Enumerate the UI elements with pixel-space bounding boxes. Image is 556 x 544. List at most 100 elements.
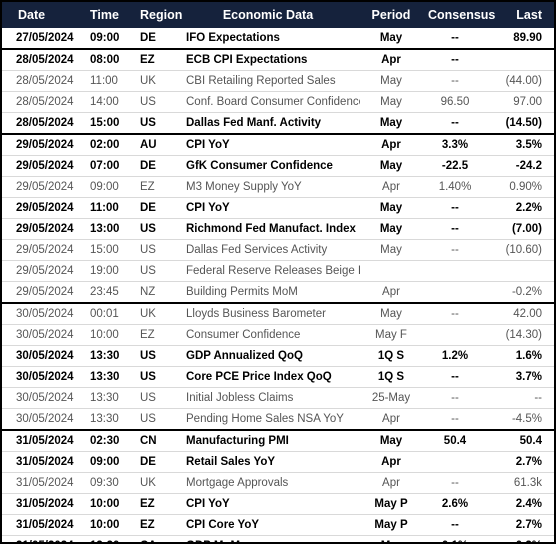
cell-last: 3.5% [488, 133, 554, 156]
cell-region: CA [136, 535, 176, 542]
cell-region: EZ [136, 514, 176, 536]
cell-last: -24.2 [488, 155, 554, 177]
table-row[interactable]: 27/05/2024 09:00 DE IFO Expectations May -- 89… [2, 28, 554, 49]
cell-period: Apr [360, 176, 422, 198]
cell-time: 19:00 [88, 260, 136, 282]
cell-time: 15:00 [88, 112, 136, 134]
table-row[interactable]: 30/05/2024 00:01 UK Lloyds Business Baromet… [2, 302, 554, 325]
cell-event: IFO Expectations [186, 31, 280, 44]
cell-last: 0.90% [488, 176, 554, 198]
table-row[interactable]: 31/05/2024 09:30 UK Mortgage Approvals Apr --… [2, 472, 554, 494]
cell-date: 27/05/2024 [16, 31, 74, 44]
cell-last: (10.60) [488, 239, 554, 261]
table-row[interactable]: 31/05/2024 02:30 CN Manufacturing PMI May 50.… [2, 429, 554, 452]
cell-last: 2.7% [488, 451, 554, 473]
cell-consensus: 2.6% [422, 493, 488, 515]
cell-period: May [360, 112, 422, 134]
cell-last: 42.00 [488, 302, 554, 325]
cell-region: US [136, 112, 176, 134]
cell-region: DE [136, 155, 176, 177]
cell-region: DE [136, 197, 176, 219]
cell-time: 09:00 [88, 451, 136, 473]
table-row[interactable]: 29/05/2024 23:45 NZ Building Permits MoM Apr… [2, 281, 554, 303]
table-row[interactable]: 31/05/2024 10:00 EZ CPI YoY May P 2.6% 2.4% [2, 493, 554, 515]
table-row[interactable]: 30/05/2024 13:30 US GDP Annualized QoQ 1Q S1… [2, 345, 554, 367]
column-header-region[interactable]: Region [136, 2, 182, 28]
cell-consensus: 50.4 [422, 429, 488, 452]
cell-last: (44.00) [488, 70, 554, 92]
cell-period: May [379, 31, 403, 44]
table-row[interactable]: 28/05/2024 08:00 EZ ECB CPI Expectations Apr… [2, 48, 554, 71]
cell-date: 29/05/2024 [2, 197, 88, 219]
cell-consensus: 0.1% [422, 535, 488, 542]
cell-time: 13:30 [88, 408, 136, 430]
cell-region: EZ [136, 48, 176, 71]
cell-date: 29/05/2024 [2, 155, 88, 177]
cell-time: 10:00 [88, 324, 136, 346]
cell-region: EZ [136, 493, 176, 515]
table-row[interactable]: 29/05/2024 09:00 EZ M3 Money Supply YoY Apr 1… [2, 176, 554, 198]
economic-calendar: Date Time Region Economic Data Period Co… [0, 0, 556, 544]
cell-last: 89.90 [513, 31, 542, 44]
table-row[interactable]: 28/05/2024 11:00 UK CBI Retailing Reported … [2, 70, 554, 92]
cell-period: May F [360, 324, 422, 346]
column-header-time[interactable]: Time [88, 2, 136, 28]
cell-date: 29/05/2024 [2, 218, 88, 240]
cell-consensus: -- [422, 472, 488, 494]
cell-time: 23:45 [88, 281, 136, 303]
cell-event: ECB CPI Expectations [176, 48, 360, 71]
cell-time: 13:30 [88, 345, 136, 367]
cell-time: 11:00 [88, 197, 136, 219]
table-row[interactable]: 29/05/2024 02:00 AU CPI YoY Apr 3.3% 3.5% [2, 133, 554, 156]
table-row[interactable]: 30/05/2024 13:30 US Initial Jobless Claims 2… [2, 387, 554, 409]
table-row[interactable]: 28/05/2024 15:00 US Dallas Fed Manf. Activi… [2, 112, 554, 134]
cell-period: Apr [360, 48, 422, 71]
column-header-economic-data[interactable]: Economic Data [176, 2, 360, 28]
table-row[interactable]: 29/05/2024 13:00 US Richmond Fed Manufact. … [2, 218, 554, 240]
cell-time: 02:00 [88, 133, 136, 156]
cell-last: 97.00 [488, 91, 554, 113]
cell-consensus [422, 260, 488, 282]
cell-period: May [360, 91, 422, 113]
table-row[interactable]: 29/05/2024 19:00 US Federal Reserve Release… [2, 260, 554, 282]
table-row[interactable]: 28/05/2024 14:00 US Conf. Board Consumer Co… [2, 91, 554, 113]
column-header-date[interactable]: Date [2, 2, 88, 28]
cell-date: 28/05/2024 [2, 91, 88, 113]
table-row[interactable]: 29/05/2024 07:00 DE GfK Consumer Confidence… [2, 155, 554, 177]
cell-consensus: -- [422, 387, 488, 409]
table-row[interactable]: 31/05/202413:30CAGDP MoMMar0.1%0.2% [2, 535, 554, 542]
cell-consensus: 1.40% [422, 176, 488, 198]
cell-consensus: -- [422, 514, 488, 536]
cell-consensus: -- [422, 408, 488, 430]
cell-last: 0.2% [488, 535, 554, 542]
cell-consensus: -- [422, 112, 488, 134]
cell-period: May [360, 239, 422, 261]
cell-period: Apr [360, 133, 422, 156]
table-row[interactable]: 30/05/2024 13:30 US Core PCE Price Index Qo… [2, 366, 554, 388]
cell-region: NZ [136, 281, 176, 303]
cell-date: 29/05/2024 [2, 281, 88, 303]
column-header-period[interactable]: Period [360, 2, 422, 28]
cell-event: Dallas Fed Services Activity [176, 239, 360, 261]
cell-date: 29/05/2024 [2, 176, 88, 198]
cell-period: May P [360, 514, 422, 536]
cell-period: Apr [360, 281, 422, 303]
cell-time: 07:00 [88, 155, 136, 177]
cell-last [488, 260, 554, 282]
cell-region: UK [136, 472, 176, 494]
cell-period: 25-May [360, 387, 422, 409]
table-row[interactable]: 29/05/2024 11:00 DE CPI YoY May -- 2.2% [2, 197, 554, 219]
column-header-last[interactable]: Last [488, 2, 554, 28]
table-row[interactable]: 31/05/2024 09:00 DE Retail Sales YoY Apr 2.7% [2, 451, 554, 473]
table-row[interactable]: 30/05/2024 10:00 EZ Consumer Confidence May … [2, 324, 554, 346]
column-header-consensus[interactable]: Consensus [422, 2, 495, 28]
table-row[interactable]: 31/05/2024 10:00 EZ CPI Core YoY May P -- 2.7% [2, 514, 554, 536]
cell-region: UK [136, 70, 176, 92]
cell-time: 13:00 [88, 218, 136, 240]
cell-last: 1.6% [488, 345, 554, 367]
cell-event: Building Permits MoM [176, 281, 360, 303]
table-row[interactable]: 29/05/2024 15:00 US Dallas Fed Services Act… [2, 239, 554, 261]
cell-event: GDP Annualized QoQ [176, 345, 360, 367]
table-row[interactable]: 30/05/2024 13:30 US Pending Home Sales NSA … [2, 408, 554, 430]
cell-date: 29/05/2024 [2, 260, 88, 282]
